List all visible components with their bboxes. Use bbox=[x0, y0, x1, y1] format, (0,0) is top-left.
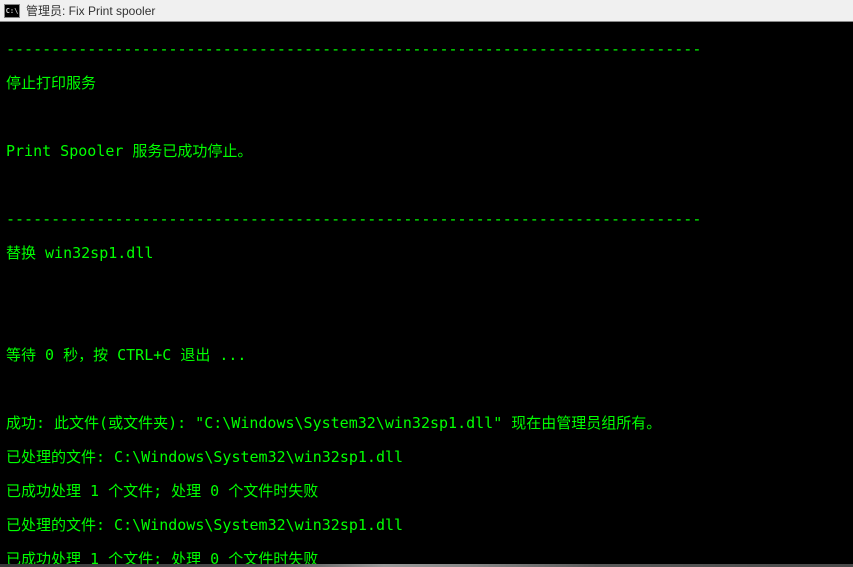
divider: ----------------------------------------… bbox=[6, 211, 847, 228]
output-line bbox=[6, 177, 847, 194]
output-line: 已成功处理 1 个文件; 处理 0 个文件时失败 bbox=[6, 483, 847, 500]
terminal-output: ----------------------------------------… bbox=[0, 22, 853, 564]
output-line bbox=[6, 381, 847, 398]
window-titlebar[interactable]: C:\ 管理员: Fix Print spooler bbox=[0, 0, 853, 22]
output-line: Print Spooler 服务已成功停止。 bbox=[6, 143, 847, 160]
output-line bbox=[6, 313, 847, 330]
output-line: 已处理的文件: C:\Windows\System32\win32sp1.dll bbox=[6, 449, 847, 466]
output-line bbox=[6, 109, 847, 126]
output-line: 成功: 此文件(或文件夹): "C:\Windows\System32\win3… bbox=[6, 415, 847, 432]
divider: ----------------------------------------… bbox=[6, 41, 847, 58]
output-line: 等待 0 秒，按 CTRL+C 退出 ... bbox=[6, 347, 847, 364]
cmd-icon: C:\ bbox=[4, 4, 20, 18]
output-line: 已处理的文件: C:\Windows\System32\win32sp1.dll bbox=[6, 517, 847, 534]
window-title: 管理员: Fix Print spooler bbox=[26, 2, 155, 19]
output-line bbox=[6, 279, 847, 296]
output-line: 已成功处理 1 个文件; 处理 0 个文件时失败 bbox=[6, 551, 847, 564]
output-line: 停止打印服务 bbox=[6, 75, 847, 92]
output-line: 替换 win32sp1.dll bbox=[6, 245, 847, 262]
